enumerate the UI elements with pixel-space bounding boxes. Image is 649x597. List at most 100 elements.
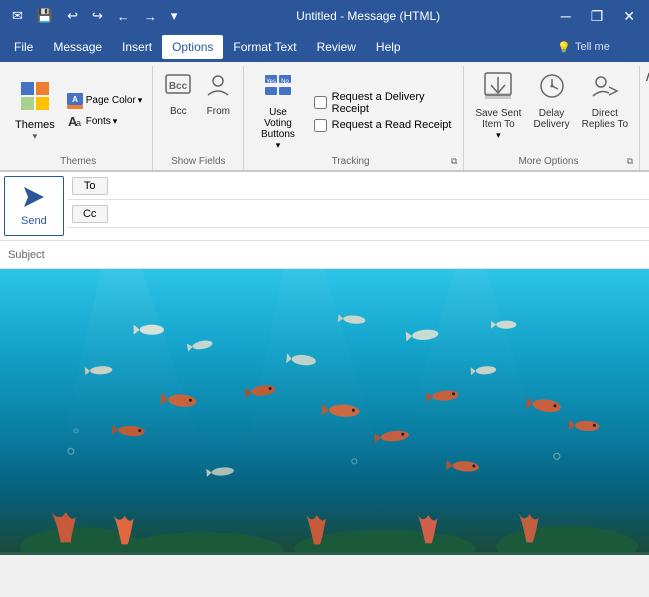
themes-group: Themes ▾ A Page Color ▾ A a [4,66,153,170]
more-options-group: Save Sent Item To ▾ Delay Delivery [464,66,640,170]
menu-insert[interactable]: Insert [112,35,162,59]
themes-label: Themes [15,119,55,131]
fonts-button[interactable]: A a Fonts ▾ [62,112,147,132]
ribbon-collapse-button[interactable]: ∧ [644,68,649,85]
redo-qat-button[interactable]: ↪ [88,6,107,26]
menu-bar: File Message Insert Options Format Text … [0,32,649,62]
delivery-receipt-checkbox-row[interactable]: Request a Delivery Receipt [314,91,456,115]
menu-help[interactable]: Help [366,35,411,59]
delivery-receipt-checkbox[interactable] [314,96,327,109]
voting-buttons-button[interactable]: Yes No Use Voting Buttons ▾ [250,68,305,154]
to-button[interactable]: To [72,177,108,195]
svg-text:Bcc: Bcc [169,81,188,92]
menu-options[interactable]: Options [162,35,223,59]
delivery-receipt-label: Request a Delivery Receipt [332,91,456,115]
more-options-group-label: More Options ⧉ [470,154,633,170]
menu-format-text[interactable]: Format Text [223,35,306,59]
close-button[interactable]: ✕ [617,6,641,27]
fields-area: To Cc [68,172,649,240]
themes-icon [19,80,51,119]
voting-icon: Yes No [263,71,293,107]
app-icon: ✉ [8,6,27,26]
themes-sub-buttons: A Page Color ▾ A a Fonts ▾ [62,91,147,132]
save-sent-label: Save Sent Item To [475,108,521,130]
more-options-arrow[interactable]: ⧉ [627,156,633,167]
tell-me-input[interactable] [575,41,645,53]
read-receipt-checkbox[interactable] [314,119,327,132]
voting-arrow: ▾ [276,140,281,151]
ribbon: Themes ▾ A Page Color ▾ A a [0,62,649,171]
voting-label: Use Voting Buttons [255,107,300,140]
send-area: Send To Cc [0,172,649,241]
svg-text:A: A [72,95,78,104]
tracking-content: Yes No Use Voting Buttons ▾ Request a De… [250,68,457,154]
save-sent-item-button[interactable]: Save Sent Item To ▾ [470,68,526,144]
subject-label: Subject [0,245,60,265]
more-options-content: Save Sent Item To ▾ Delay Delivery [470,68,633,154]
menu-message[interactable]: Message [43,35,112,59]
cc-input[interactable] [112,204,649,224]
minimize-button[interactable]: ─ [555,6,577,26]
title-bar-left: ✉ 💾 ↩ ↪ ← → ▾ [8,6,181,26]
svg-text:a: a [76,118,81,128]
to-input[interactable] [112,176,649,196]
email-body-area[interactable] [0,269,649,555]
subject-input[interactable] [60,245,649,265]
direct-replies-button[interactable]: Direct Replies To [577,68,634,133]
themes-button[interactable]: Themes ▾ [10,77,60,145]
fonts-arrow: ▾ [113,116,118,127]
themes-dropdown-arrow: ▾ [33,131,38,142]
themes-group-label: Themes [10,154,146,170]
window-title: Untitled - Message (HTML) [181,9,554,23]
show-fields-group-label: Show Fields [159,154,237,170]
send-button[interactable]: Send [4,176,64,236]
from-button[interactable]: From [199,68,237,120]
delay-label: Delay Delivery [533,108,569,130]
bcc-label: Bcc [170,106,187,117]
direct-icon [590,71,620,107]
save-sent-arrow: ▾ [496,130,501,141]
menu-file[interactable]: File [4,35,43,59]
tracking-group: Yes No Use Voting Buttons ▾ Request a De… [244,66,464,170]
forward-qat-button[interactable]: → [140,7,161,26]
tracking-group-arrow[interactable]: ⧉ [451,156,457,167]
from-label: From [207,106,230,117]
cc-row: Cc [68,200,649,228]
show-fields-group: Bcc Bcc From Show Fields [153,66,244,170]
from-icon [204,71,232,105]
back-qat-button[interactable]: ← [113,7,134,26]
send-icon [22,185,46,215]
restore-button[interactable]: ❐ [585,6,610,27]
undo-qat-button[interactable]: ↩ [63,6,82,26]
show-fields-content: Bcc Bcc From [159,68,237,154]
page-color-button[interactable]: A Page Color ▾ [62,91,147,111]
svg-text:Yes: Yes [266,79,276,85]
delay-icon [537,71,567,107]
ocean-image [0,269,649,555]
tracking-group-label: Tracking ⧉ [250,154,457,170]
ribbon-collapse-area: ∧ [640,66,649,170]
page-color-arrow: ▾ [138,95,143,106]
send-label: Send [21,215,47,227]
tracking-checkboxes: Request a Delivery Receipt Request a Rea… [312,87,458,136]
themes-group-content: Themes ▾ A Page Color ▾ A a [10,68,146,154]
bcc-button[interactable]: Bcc Bcc [159,68,197,120]
fonts-label: Fonts [86,116,111,127]
direct-label: Direct Replies To [582,108,629,130]
save-qat-button[interactable]: 💾 [33,6,57,26]
menu-review[interactable]: Review [307,35,366,59]
svg-text:No: No [281,79,289,85]
title-bar: ✉ 💾 ↩ ↪ ← → ▾ Untitled - Message (HTML) … [0,0,649,32]
delay-delivery-button[interactable]: Delay Delivery [528,68,574,133]
to-row: To [68,172,649,200]
title-bar-controls: ─ ❐ ✕ [555,6,641,27]
qat-dropdown-button[interactable]: ▾ [167,6,182,26]
cc-button[interactable]: Cc [72,205,108,223]
bcc-icon: Bcc [164,71,192,105]
compose-window: Send To Cc Subject [0,171,649,555]
lightbulb-icon: 💡 [557,41,571,54]
subject-row: Subject [0,241,649,269]
page-color-label: Page Color [86,95,136,106]
read-receipt-checkbox-row[interactable]: Request a Read Receipt [314,119,456,132]
tell-me-area: 💡 [557,41,645,54]
